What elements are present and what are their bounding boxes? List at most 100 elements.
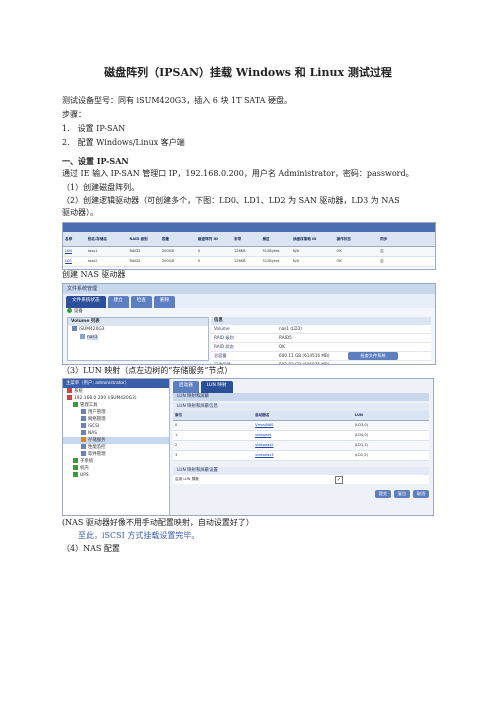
tab-initiator[interactable]: 启动器 (173, 381, 199, 393)
tree-item[interactable]: 存储服务 (63, 437, 169, 444)
table-cell: OK (336, 259, 342, 263)
info-title: 信息 (211, 317, 431, 325)
volume-list-title: Volume 列表 (68, 318, 208, 326)
volume-icon (80, 334, 85, 339)
table-row: LD0 ssss1 RAID5 200GB 0 128KB 512Bytes N/A OK 否 (63, 247, 435, 257)
nas-config: （4）NAS 配置 (62, 544, 120, 553)
info-value: 592.82 GB (606975 MB) (279, 362, 330, 365)
tree-item-label: 软件管理 (88, 452, 106, 457)
table-cell: 128KB (232, 267, 261, 269)
server-icon (72, 326, 77, 331)
info-panel: 信息 Volume nas1 (LD3) RAID 级别 RAID5 RAID 状态 OK… (211, 317, 431, 365)
step-2: 2. 配置 Windows/Linux 客户端 (62, 138, 185, 147)
tab-fs-status[interactable]: 文件系统状态 (66, 296, 106, 308)
initiator-link[interactable]: videoeas3 (253, 451, 353, 460)
table-row: LD1 ssss2 RAID5 200GB 0 128KB 512Bytes N/A OK 否 (63, 257, 435, 267)
initiator-link[interactable]: videoeas (253, 431, 353, 440)
device-label: 设备 (74, 309, 83, 314)
panel-title: LUN 映射和屏蔽 (173, 393, 429, 401)
tree-node-icon (81, 416, 86, 421)
tree-item-label: 子系统 (80, 459, 94, 464)
tab-lun-mapping[interactable]: LUN 映射 (200, 381, 233, 393)
para-step2a: （2）创建逻辑驱动器（可创建多个，下图：LD0、LD1、LD2 为 SAN 驱动… (62, 196, 400, 205)
tree-item[interactable]: NAS (63, 430, 169, 437)
tree-volume[interactable]: nas1 (68, 334, 208, 342)
step-1: 1. 设置 IP-SAN (62, 124, 126, 133)
tree-item[interactable]: 管理工具 (63, 402, 169, 409)
tree-item[interactable]: 软件管理 (63, 451, 169, 458)
table-header: 名称 别名/存储名 RAID 级别 容量 磁盘阵列 ID 条带 扇区 读缓存策略 ID 操作状态… (63, 232, 435, 247)
tree-item[interactable]: 性能监控 (63, 444, 169, 451)
column-header: 名称 (65, 237, 73, 241)
table-cell: 2 (175, 443, 178, 447)
enable-masking-checkbox[interactable]: ✓ (335, 476, 343, 484)
info-row: Volume nas1 (LD3) (211, 325, 431, 334)
tab-delete[interactable]: 删除 (153, 296, 176, 308)
tree-item[interactable]: UPS (63, 472, 169, 479)
lun-panel: 启动器 LUN 映射 LUN 映射和屏蔽 LUN 映射和屏蔽信息 索引 启动器名 L… (173, 381, 429, 498)
table-cell: N/A (292, 259, 300, 263)
iscsi-done: 至此，iSCSI 方式挂载设置完毕。 (78, 531, 200, 540)
table-cell: 1 (175, 433, 178, 437)
table-cell: (LD1,1) (354, 443, 369, 447)
cancel-button[interactable]: 取消 (413, 490, 429, 498)
tree-root[interactable]: iSUM420G3 (68, 326, 208, 334)
nav-tree: 主菜单（用户: administrator） 系统 192.168.0.200 (… (63, 379, 170, 515)
info-value: OK (279, 344, 286, 349)
table-cell: (LD3,0) (354, 423, 369, 427)
drive-id-link[interactable]: LD0 (63, 247, 86, 256)
tab-check[interactable]: 检查 (130, 296, 152, 308)
tab-create[interactable]: 建立 (107, 296, 129, 308)
drive-id-link[interactable]: LD1 (63, 257, 86, 266)
tree-item[interactable]: 系统 (63, 388, 169, 395)
tree-node-icon (73, 458, 78, 463)
column-header: 读缓存策略 ID (292, 237, 317, 241)
mapping-info-section: LUN 映射和屏蔽信息 (173, 403, 429, 411)
tree-node-icon (73, 472, 78, 477)
table-body: LD0 ssss1 RAID5 200GB 0 128KB 512Bytes N/A OK 否 LD… (63, 247, 435, 269)
steps-label: 步骤： (62, 110, 86, 119)
tree-node-icon (81, 423, 86, 428)
table-cell: 0 (196, 267, 232, 269)
check-fs-button[interactable]: 检查文件系统 (348, 352, 398, 360)
table-cell: 0 (197, 259, 201, 263)
tree-node-icon (81, 451, 86, 456)
tree-item[interactable]: 机壳 (63, 465, 169, 472)
column-header: 扇区 (262, 237, 270, 241)
tree-item[interactable]: 网络管理 (63, 416, 169, 423)
info-key: Volume (214, 326, 230, 331)
initiator-link[interactable]: videoeas2 (253, 441, 353, 450)
lun-caption: （3）LUN 映射（点左边树的“存储服务”节点） (62, 366, 233, 375)
column-header: 条带 (233, 237, 242, 241)
para-step1: （1）创建磁盘阵列。 (62, 183, 140, 192)
enable-masking-row: 启用 LUN 屏蔽 ✓ (173, 475, 429, 484)
tree-item-label: 性能监控 (88, 445, 106, 450)
main-menu-title: 主菜单（用户: administrator） (63, 379, 169, 388)
tree-node-icon (81, 444, 86, 449)
table-cell: 否 (380, 249, 384, 253)
tree-item-label: 系统 (74, 389, 83, 394)
para-ip: 通过 IE 输入 IP-SAN 管理口 IP，192.168.0.200，用户名… (62, 169, 414, 178)
initiator-link[interactable]: Vmss/NAS (253, 421, 353, 430)
tree-item[interactable]: 192.168.0.200 (iSUM420G3) (63, 395, 169, 402)
tree-item-label: 存储服务 (88, 438, 106, 443)
lun-tab-bar: 启动器 LUN 映射 (173, 381, 429, 393)
logical-drive-screenshot: 名称 别名/存储名 RAID 级别 容量 磁盘阵列 ID 条带 扇区 读缓存策略 ID 操作状态… (62, 222, 436, 270)
table-row: 0 Vmss/NAS (LD3,0) (173, 421, 429, 431)
table-cell: 200GB (161, 259, 174, 263)
info-value: RAID5 (279, 335, 292, 340)
tree-item[interactable]: 用户管理 (63, 409, 169, 416)
info-key: 可用容量 (214, 362, 231, 365)
tree-item[interactable]: 子系统 (63, 458, 169, 465)
column-header: 索引 (175, 413, 183, 417)
reset-button[interactable]: 复位 (394, 490, 410, 498)
lun-table-header: 索引 启动器名 LUN (173, 411, 429, 421)
tree-item[interactable]: iSCSI (63, 423, 169, 430)
table-cell: RAID5 (128, 267, 160, 269)
lun-mapping-screenshot: 主菜单（用户: administrator） 系统 192.168.0.200 (… (62, 378, 434, 516)
info-row: 总容量 600.11 GB (614516 MB) (211, 352, 431, 361)
screenshot-title-bar (63, 223, 435, 232)
lun-table-body: 0 Vmss/NAS (LD3,0) 1 videoeas (LD0,0) 2 videoea… (173, 421, 429, 461)
table-cell: 128KB (233, 259, 246, 263)
submit-button[interactable]: 提交 (375, 490, 391, 498)
